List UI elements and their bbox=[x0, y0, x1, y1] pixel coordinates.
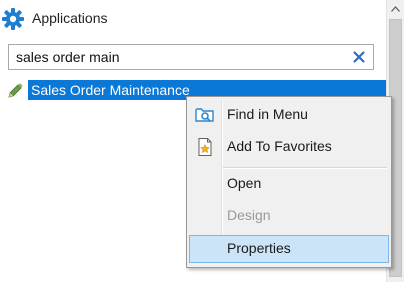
menu-item-label: Add To Favorites bbox=[227, 138, 332, 154]
menu-item-open[interactable]: Open bbox=[189, 170, 389, 198]
menu-item-label: Properties bbox=[227, 240, 291, 256]
menu-item-label: Find in Menu bbox=[227, 106, 308, 122]
panel-header: Applications bbox=[0, 0, 386, 38]
menu-item-properties[interactable]: Properties bbox=[189, 235, 389, 263]
scroll-up-button[interactable] bbox=[387, 0, 404, 17]
menu-separator bbox=[223, 167, 387, 169]
folder-search-icon bbox=[195, 108, 214, 122]
favorite-add-icon bbox=[198, 138, 212, 156]
context-menu: Find in Menu Add To Favorites Open Desig… bbox=[186, 96, 392, 268]
menu-item-label: Design bbox=[227, 207, 271, 223]
menu-item-label: Open bbox=[227, 175, 262, 191]
menu-item-add-to-favorites[interactable]: Add To Favorites bbox=[189, 133, 389, 161]
menu-item-design[interactable]: Design bbox=[189, 202, 389, 230]
panel-title: Applications bbox=[32, 10, 108, 26]
applications-window: Applications Sales Order Maintenance bbox=[0, 0, 404, 282]
clear-icon[interactable] bbox=[351, 49, 367, 65]
chevron-up-icon bbox=[391, 5, 400, 12]
search-field[interactable] bbox=[8, 44, 374, 70]
menu-item-find-in-menu[interactable]: Find in Menu bbox=[189, 101, 389, 129]
pencil-icon bbox=[8, 83, 23, 98]
gear-icon bbox=[2, 8, 24, 30]
search-input[interactable] bbox=[9, 45, 349, 69]
